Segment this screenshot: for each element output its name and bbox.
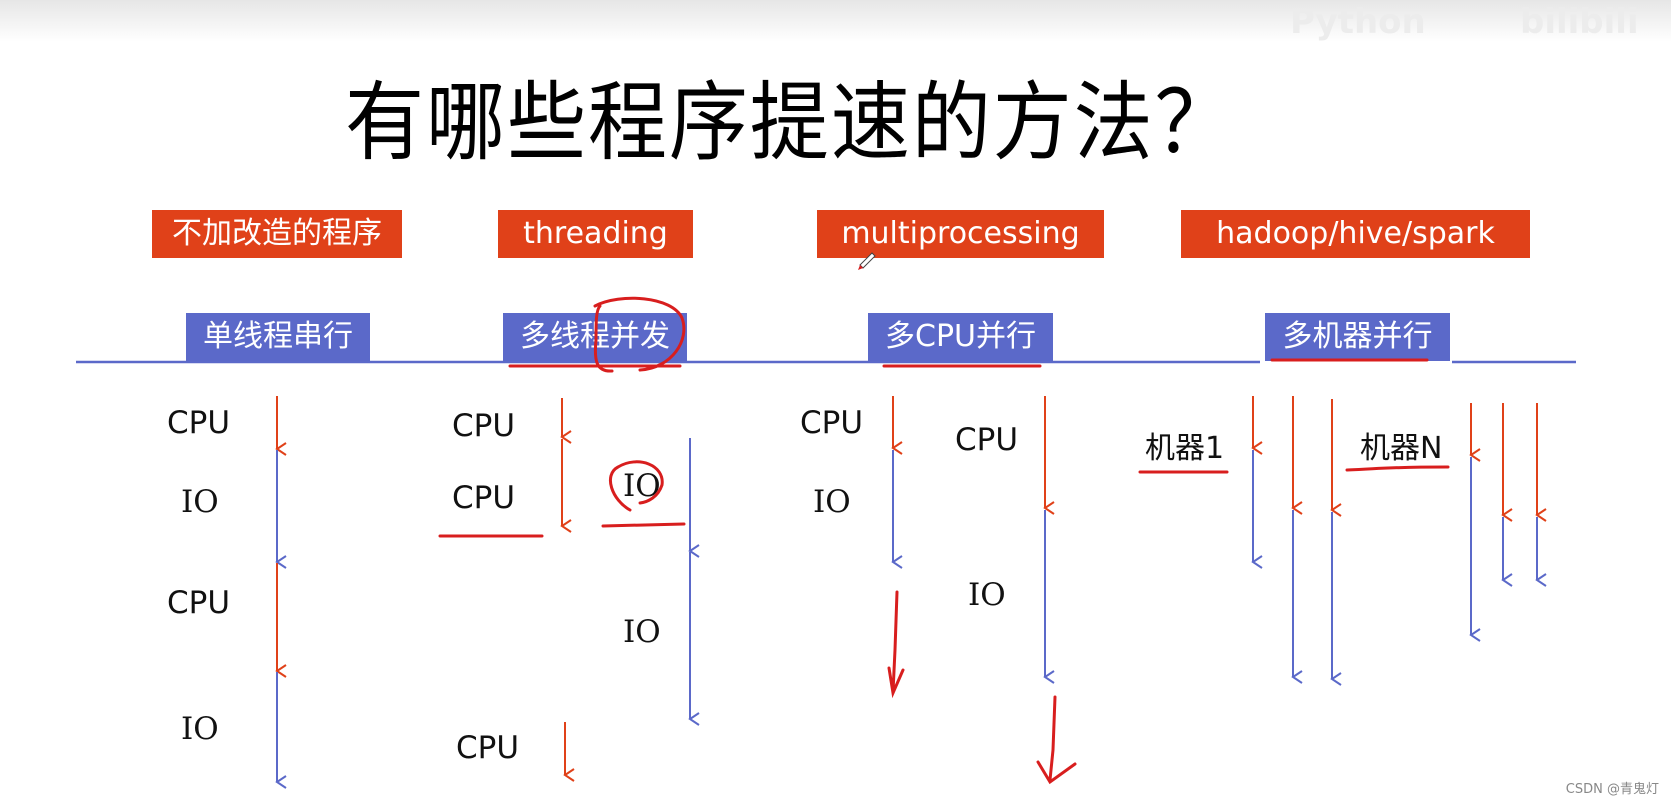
diagram-canvas [76,252,1576,789]
threading-timeline [560,398,700,782]
underline-machine-n [1345,465,1450,472]
multiprocessing-timeline [891,396,1055,684]
underline-io [601,522,686,528]
machines-timeline [1251,396,1547,686]
pen-cursor-icon [858,252,876,270]
circle-bingfa [593,296,686,373]
hand-arrow-1 [887,590,905,699]
annotations [438,296,1450,785]
circle-io [608,460,664,512]
hand-arrow-2 [1036,695,1077,785]
csdn-watermark: CSDN @青鬼灯 [1565,782,1659,797]
